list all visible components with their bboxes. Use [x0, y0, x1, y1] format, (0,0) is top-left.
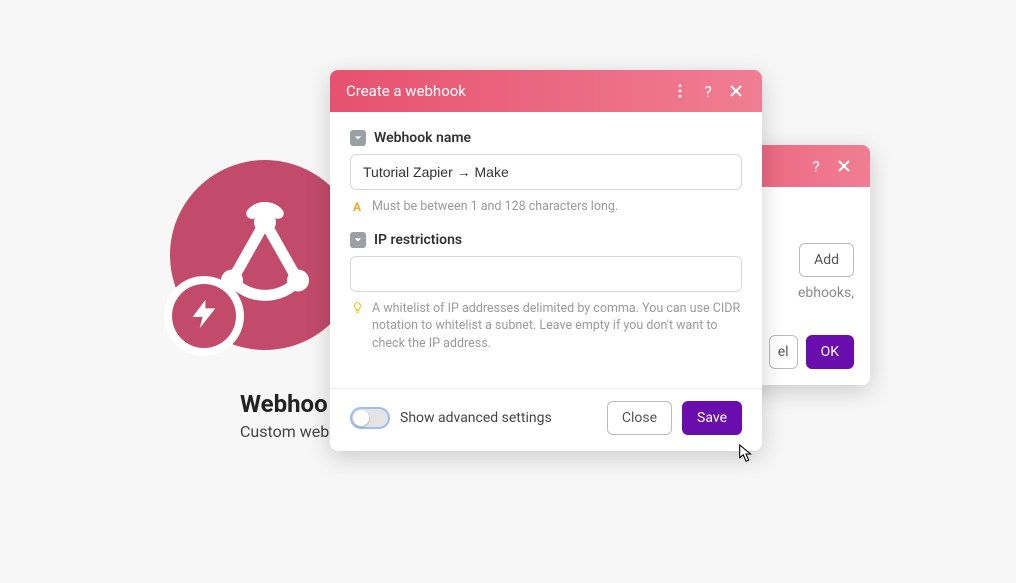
- field-ip-restrictions: IP restrictions A whitelist of IP addres…: [350, 232, 742, 353]
- advanced-settings-toggle[interactable]: [350, 407, 390, 429]
- close-icon[interactable]: [830, 152, 858, 180]
- field-hint: A whitelist of IP addresses delimited by…: [372, 300, 742, 353]
- collapse-icon[interactable]: [350, 232, 366, 248]
- ip-restrictions-input[interactable]: [350, 256, 742, 292]
- webhook-name-input[interactable]: [350, 154, 742, 190]
- dialog-footer: Show advanced settings Close Save: [330, 388, 762, 451]
- cancel-button-fragment[interactable]: el: [769, 335, 798, 369]
- module-subtitle: Custom webh: [240, 422, 338, 441]
- module-title: Webhoo: [240, 390, 328, 418]
- collapse-icon[interactable]: [350, 130, 366, 146]
- ok-button[interactable]: OK: [806, 335, 854, 369]
- field-webhook-name: Webhook name A Must be between 1 and 128…: [350, 130, 742, 216]
- add-button[interactable]: Add: [799, 243, 854, 277]
- lightbulb-icon: [350, 301, 364, 314]
- help-icon[interactable]: ?: [802, 152, 830, 180]
- help-icon[interactable]: ?: [694, 77, 722, 105]
- warning-icon: A: [350, 199, 364, 216]
- save-button[interactable]: Save: [682, 401, 742, 435]
- field-label: IP restrictions: [374, 232, 462, 248]
- dialog-header: Create a webhook ?: [330, 70, 762, 112]
- lightning-icon: [187, 297, 221, 335]
- close-button[interactable]: Close: [607, 401, 672, 435]
- close-icon[interactable]: [722, 77, 750, 105]
- dialog-title: Create a webhook: [346, 82, 466, 100]
- more-icon[interactable]: [666, 77, 694, 105]
- field-label: Webhook name: [374, 130, 471, 146]
- module-trigger-badge: [164, 276, 244, 356]
- dialog-create-webhook: Create a webhook ? Webhook name A Must b…: [330, 70, 762, 451]
- field-hint: Must be between 1 and 128 characters lon…: [372, 198, 618, 216]
- advanced-settings-label: Show advanced settings: [400, 410, 597, 426]
